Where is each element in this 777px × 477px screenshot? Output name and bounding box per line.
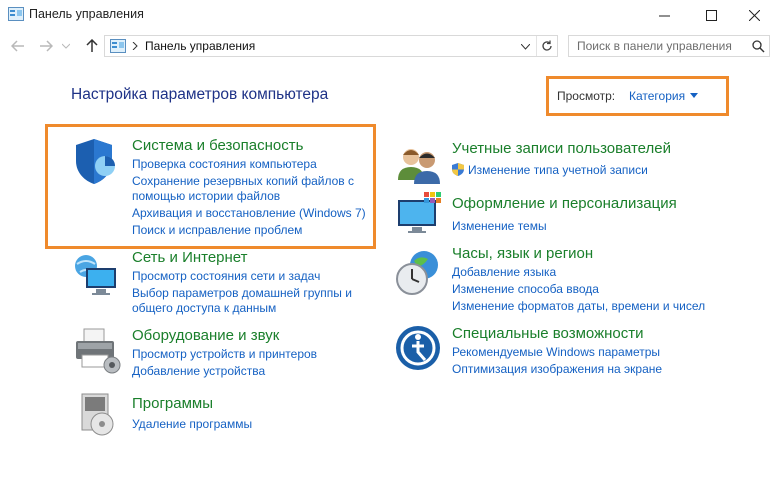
arrow-up-icon	[86, 39, 98, 52]
search-icon[interactable]	[752, 40, 765, 53]
chevron-down-icon[interactable]	[521, 44, 530, 50]
link-file-history-backup-cont[interactable]: помощью истории файлов	[132, 188, 280, 205]
window-title: Панель управления	[29, 7, 144, 21]
link-network-status[interactable]: Просмотр состояния сети и задач	[132, 268, 320, 285]
category-user-accounts[interactable]: Учетные записи пользователей	[452, 140, 671, 157]
control-panel-icon	[8, 7, 24, 21]
search-input[interactable]: Поиск в панели управления	[568, 35, 770, 57]
network-icon	[75, 255, 116, 295]
users-icon	[398, 149, 440, 184]
view-by-label: Просмотр:	[557, 89, 616, 103]
arrow-left-icon	[11, 40, 24, 52]
link-uninstall-program[interactable]: Удаление программы	[132, 416, 252, 433]
divider	[536, 36, 537, 56]
minimize-button[interactable]	[641, 0, 687, 30]
link-backup-restore[interactable]: Архивация и восстановление (Windows 7)	[132, 205, 366, 222]
dropdown-arrow-icon[interactable]	[690, 93, 698, 98]
link-add-device[interactable]: Добавление устройства	[132, 363, 265, 380]
category-system-security[interactable]: Система и безопасность	[132, 137, 303, 154]
category-hardware-sound[interactable]: Оборудование и звук	[132, 327, 279, 344]
refresh-icon[interactable]	[541, 40, 553, 52]
breadcrumb-item[interactable]: Панель управления	[145, 39, 255, 53]
link-troubleshoot[interactable]: Поиск и исправление проблем	[132, 222, 302, 239]
close-icon	[748, 9, 760, 21]
link-change-account-type[interactable]: Изменение типа учетной записи	[468, 162, 648, 179]
clock-globe-icon	[396, 251, 438, 295]
ease-of-access-icon	[396, 326, 440, 370]
breadcrumb-chevron-icon	[132, 42, 138, 50]
link-change-theme[interactable]: Изменение темы	[452, 218, 547, 235]
link-change-date-formats[interactable]: Изменение форматов даты, времени и чисел	[452, 298, 705, 315]
page-title: Настройка параметров компьютера	[71, 86, 329, 103]
recent-locations-button[interactable]	[60, 36, 72, 56]
link-recommended-settings[interactable]: Рекомендуемые Windows параметры	[452, 344, 660, 361]
arrow-right-icon	[40, 40, 53, 52]
forward-button[interactable]	[36, 36, 56, 56]
up-button[interactable]	[82, 36, 102, 56]
category-appearance-personalization[interactable]: Оформление и персонализация	[452, 195, 677, 212]
search-placeholder: Поиск в панели управления	[577, 39, 732, 53]
link-add-language[interactable]: Добавление языка	[452, 264, 556, 281]
chevron-down-icon	[62, 43, 70, 49]
view-by-dropdown[interactable]: Категория	[629, 89, 685, 103]
close-button[interactable]	[731, 0, 777, 30]
link-change-input-method[interactable]: Изменение способа ввода	[452, 281, 599, 298]
maximize-icon	[705, 9, 717, 21]
back-button[interactable]	[8, 36, 28, 56]
link-optimize-display[interactable]: Оптимизация изображения на экране	[452, 361, 662, 378]
address-bar[interactable]: Панель управления	[104, 35, 558, 57]
category-programs[interactable]: Программы	[132, 395, 213, 412]
programs-icon	[81, 393, 114, 436]
printer-icon	[76, 328, 121, 374]
minimize-icon	[658, 15, 670, 16]
link-devices-printers[interactable]: Просмотр устройств и принтеров	[132, 346, 317, 363]
category-network-internet[interactable]: Сеть и Интернет	[132, 249, 248, 266]
maximize-button[interactable]	[688, 0, 734, 30]
personalization-icon	[398, 192, 441, 233]
control-panel-icon	[110, 39, 126, 53]
uac-shield-icon	[452, 163, 464, 176]
category-ease-of-access[interactable]: Специальные возможности	[452, 325, 644, 342]
category-clock-language-region[interactable]: Часы, язык и регион	[452, 245, 593, 262]
link-check-computer-status[interactable]: Проверка состояния компьютера	[132, 156, 317, 173]
link-homegroup-options-cont[interactable]: общего доступа к данным	[132, 300, 276, 317]
shield-icon	[76, 139, 115, 184]
